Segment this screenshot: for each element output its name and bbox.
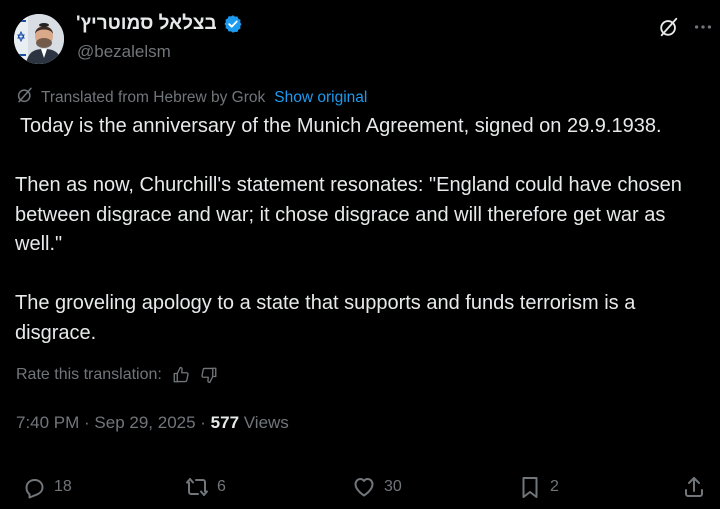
like-button[interactable]: 30 — [352, 470, 402, 504]
like-count: 30 — [384, 478, 402, 495]
reply-count: 18 — [54, 478, 72, 495]
repost-icon — [185, 475, 209, 499]
bookmark-button[interactable]: 2 — [518, 470, 559, 504]
post-meta: 7:40 PM · Sep 29, 2025 · 577 Views — [16, 413, 289, 433]
repost-button[interactable]: 6 — [185, 470, 226, 504]
thumbs-down-icon[interactable] — [200, 366, 218, 384]
grok-translate-icon — [16, 86, 34, 109]
author-display-name[interactable]: בצלאל סמוטריץ' — [76, 13, 217, 35]
post-paragraph: Today is the anniversary of the Munich A… — [20, 115, 662, 137]
bookmark-icon — [518, 475, 542, 499]
post-paragraph: Then as now, Churchill's statement reson… — [15, 174, 682, 255]
views-label: Views — [239, 413, 289, 432]
author-handle[interactable]: @bezalelsm — [77, 42, 171, 62]
translation-note-text: Translated from Hebrew by Grok — [41, 88, 266, 106]
post-body: Today is the anniversary of the Munich A… — [15, 112, 715, 348]
post-paragraph: The groveling apology to a state that su… — [15, 292, 636, 344]
views-count: 577 — [210, 413, 240, 432]
reply-button[interactable]: 18 — [22, 470, 72, 504]
author-name-row[interactable]: בצלאל סמוטריץ' — [76, 13, 243, 35]
repost-count: 6 — [217, 478, 226, 495]
rate-translation: Rate this translation: — [16, 366, 218, 384]
thumbs-up-icon[interactable] — [172, 366, 190, 384]
show-original-link[interactable]: Show original — [274, 89, 367, 107]
rate-translation-label: Rate this translation: — [16, 366, 162, 383]
more-options-icon[interactable] — [692, 16, 714, 38]
post-actions: 18 6 30 2 — [0, 470, 720, 504]
avatar[interactable] — [14, 14, 64, 64]
share-button[interactable] — [682, 470, 706, 504]
verified-badge-icon — [223, 14, 243, 34]
bookmark-count: 2 — [550, 478, 559, 495]
reply-icon — [22, 475, 46, 499]
share-icon — [682, 475, 706, 499]
grok-icon[interactable] — [658, 16, 680, 38]
heart-icon — [352, 475, 376, 499]
post-card: בצלאל סמוטריץ' @bezalelsm Translated fro… — [0, 0, 720, 509]
post-timestamp[interactable]: 7:40 PM · Sep 29, 2025 · — [16, 413, 211, 432]
translation-note: Translated from Hebrew by Grok Show orig… — [16, 86, 367, 109]
